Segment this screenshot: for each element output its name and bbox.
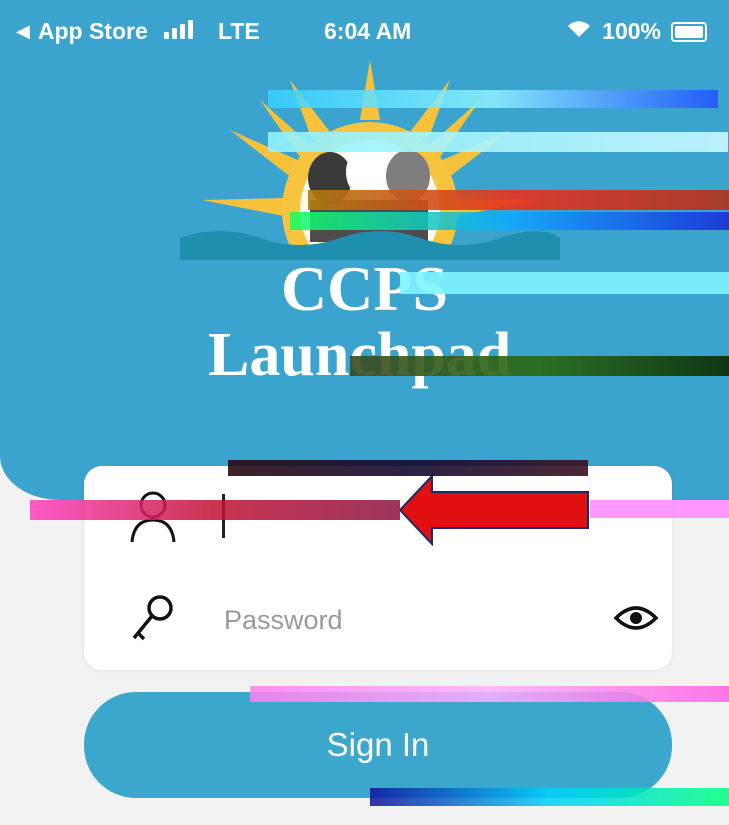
glitch-band <box>228 460 588 476</box>
password-row <box>84 568 672 670</box>
password-input[interactable] <box>222 596 586 644</box>
back-triangle-icon: ◀ <box>16 21 30 41</box>
glitch-band <box>370 788 729 806</box>
glitch-band <box>350 356 729 376</box>
back-label: App Store <box>37 18 148 44</box>
glitch-band <box>250 686 729 702</box>
wifi-icon <box>566 18 592 45</box>
battery-icon <box>671 21 707 42</box>
key-icon <box>132 595 173 641</box>
red-arrow-annotation <box>398 474 589 546</box>
back-to-app-store[interactable]: ◀ App Store <box>16 18 148 45</box>
glitch-band <box>268 132 728 152</box>
glitch-band <box>308 190 729 210</box>
glitch-band <box>590 500 729 518</box>
status-bar: ◀ App Store LTE 6:04 AM 100% <box>0 12 729 52</box>
eye-icon[interactable] <box>614 598 658 638</box>
signal-icon <box>164 20 193 39</box>
glitch-band <box>400 272 729 294</box>
glitch-band <box>30 500 400 520</box>
network-label: LTE <box>218 18 260 44</box>
glitch-band <box>290 212 729 230</box>
clock: 6:04 AM <box>324 18 412 44</box>
sign-in-button[interactable]: Sign In <box>84 692 672 798</box>
glitch-band <box>268 90 718 108</box>
battery-percent: 100% <box>602 18 661 44</box>
